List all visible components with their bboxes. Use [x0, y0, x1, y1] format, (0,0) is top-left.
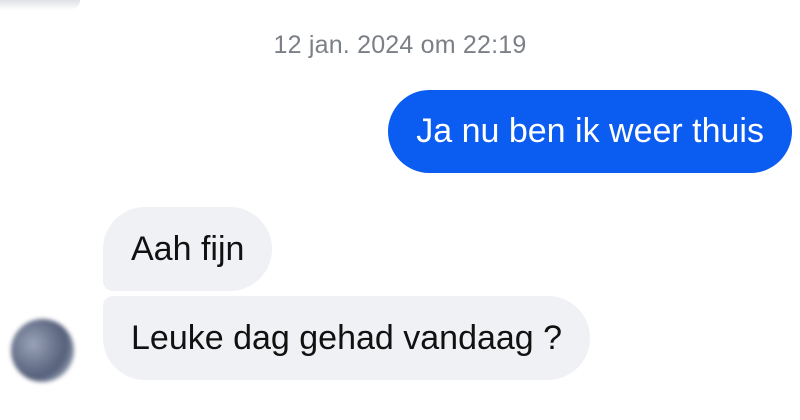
- outgoing-message-bubble[interactable]: Ja nu ben ik weer thuis: [388, 90, 792, 173]
- incoming-message-bubble[interactable]: Leuke dag gehad vandaag ?: [103, 296, 591, 380]
- message-timestamp: 12 jan. 2024 om 22:19: [273, 31, 527, 59]
- incoming-message-bubble[interactable]: Aah fijn: [103, 207, 273, 291]
- message-text: Ja nu ben ik weer thuis: [416, 112, 764, 150]
- message-text: Aah fijn: [131, 229, 245, 268]
- message-text: Leuke dag gehad vandaag ?: [131, 318, 563, 357]
- previous-message-edge: [0, 0, 80, 10]
- contact-avatar[interactable]: [11, 319, 74, 382]
